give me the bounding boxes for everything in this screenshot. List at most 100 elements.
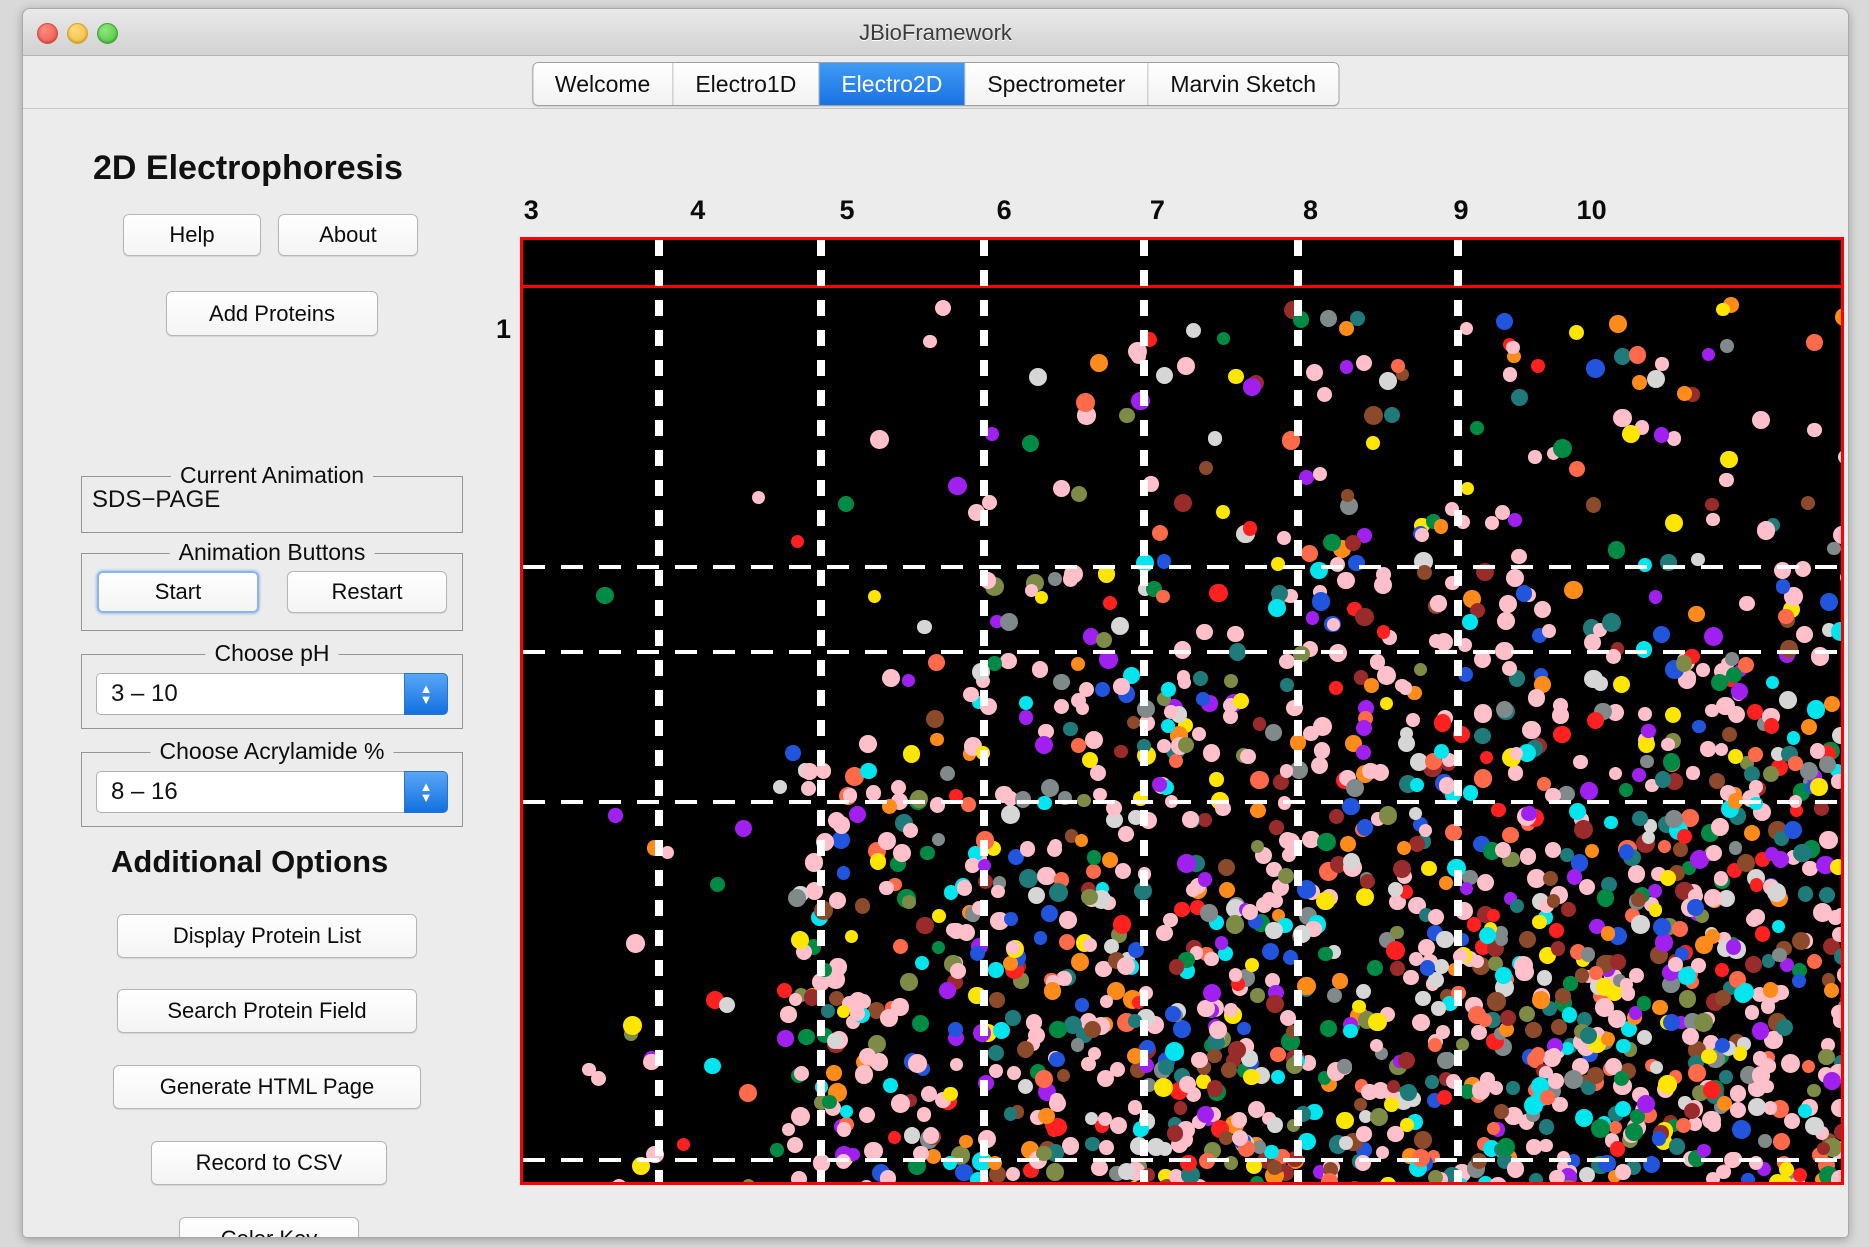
- protein-spot[interactable]: [934, 1182, 949, 1185]
- protein-spot[interactable]: [864, 1141, 883, 1161]
- protein-spot[interactable]: [1664, 707, 1681, 724]
- protein-spot[interactable]: [1728, 841, 1743, 855]
- protein-spot[interactable]: [1616, 1038, 1631, 1054]
- protein-spot[interactable]: [1699, 1182, 1716, 1185]
- protein-spot[interactable]: [1610, 954, 1627, 971]
- protein-spot[interactable]: [1112, 914, 1132, 934]
- protein-spot[interactable]: [1495, 966, 1512, 984]
- protein-spot[interactable]: [777, 982, 792, 998]
- protein-spot[interactable]: [1207, 1048, 1222, 1064]
- protein-spot[interactable]: [1810, 778, 1828, 796]
- protein-spot[interactable]: [1232, 1129, 1249, 1146]
- protein-spot[interactable]: [1744, 1004, 1760, 1020]
- protein-spot[interactable]: [1084, 730, 1103, 749]
- protein-spot[interactable]: [1081, 1056, 1096, 1072]
- protein-spot[interactable]: [1003, 1107, 1017, 1121]
- protein-spot[interactable]: [1603, 815, 1618, 830]
- protein-spot[interactable]: [1427, 908, 1445, 926]
- protein-spot[interactable]: [1332, 973, 1348, 989]
- protein-spot[interactable]: [1837, 966, 1841, 984]
- protein-spot[interactable]: [1252, 717, 1267, 732]
- ph-value[interactable]: 3 – 10: [96, 673, 404, 715]
- protein-spot[interactable]: [1705, 928, 1721, 944]
- protein-spot[interactable]: [1788, 756, 1803, 771]
- protein-spot[interactable]: [1793, 1182, 1810, 1185]
- protein-spot[interactable]: [1675, 655, 1693, 672]
- protein-spot[interactable]: [1471, 1081, 1491, 1100]
- protein-spot[interactable]: [939, 981, 956, 999]
- protein-spot[interactable]: [1569, 324, 1585, 340]
- protein-spot[interactable]: [1022, 434, 1039, 452]
- protein-spot[interactable]: [988, 1064, 1003, 1079]
- protein-spot[interactable]: [1511, 548, 1527, 565]
- protein-spot[interactable]: [825, 1065, 842, 1081]
- protein-spot[interactable]: [879, 1182, 896, 1185]
- protein-spot[interactable]: [1748, 779, 1764, 795]
- protein-spot[interactable]: [1074, 833, 1088, 848]
- protein-spot[interactable]: [1059, 910, 1077, 929]
- protein-spot[interactable]: [1386, 941, 1405, 961]
- protein-spot[interactable]: [868, 589, 882, 604]
- protein-spot[interactable]: [848, 805, 866, 823]
- protein-spot[interactable]: [1522, 720, 1542, 740]
- protein-spot[interactable]: [1198, 460, 1214, 475]
- protein-spot[interactable]: [770, 1143, 784, 1157]
- protein-spot[interactable]: [1340, 835, 1357, 852]
- protein-spot[interactable]: [742, 1179, 756, 1182]
- protein-spot[interactable]: [622, 1016, 642, 1036]
- protein-spot[interactable]: [1569, 461, 1585, 477]
- protein-spot[interactable]: [892, 938, 909, 955]
- protein-spot[interactable]: [1292, 1182, 1310, 1185]
- protein-spot[interactable]: [1486, 1121, 1500, 1136]
- protein-spot[interactable]: [942, 1086, 958, 1102]
- protein-spot[interactable]: [788, 992, 803, 1007]
- protein-spot[interactable]: [1507, 513, 1522, 528]
- protein-spot[interactable]: [1573, 755, 1588, 770]
- protein-spot[interactable]: [1113, 678, 1130, 695]
- protein-spot[interactable]: [1840, 1022, 1841, 1037]
- protein-spot[interactable]: [1471, 1024, 1487, 1041]
- protein-spot[interactable]: [801, 763, 818, 780]
- protein-spot[interactable]: [782, 1122, 796, 1136]
- protein-spot[interactable]: [1641, 724, 1656, 739]
- protein-spot[interactable]: [1720, 450, 1738, 469]
- protein-spot[interactable]: [1704, 626, 1724, 646]
- protein-spot[interactable]: [839, 1182, 854, 1185]
- protein-spot[interactable]: [1390, 960, 1406, 976]
- protein-spot[interactable]: [1153, 1182, 1172, 1185]
- protein-spot[interactable]: [1654, 933, 1673, 952]
- protein-spot[interactable]: [1460, 882, 1474, 896]
- protein-spot[interactable]: [1713, 1182, 1732, 1185]
- protein-spot[interactable]: [1518, 930, 1536, 948]
- protein-spot[interactable]: [1355, 984, 1371, 1000]
- protein-spot[interactable]: [1177, 854, 1196, 873]
- protein-spot[interactable]: [1003, 911, 1018, 926]
- protein-spot[interactable]: [1727, 706, 1745, 724]
- protein-spot[interactable]: [1433, 519, 1449, 534]
- protein-spot[interactable]: [1717, 1182, 1734, 1185]
- protein-spot[interactable]: [1538, 1119, 1555, 1136]
- protein-spot[interactable]: [1355, 607, 1375, 627]
- protein-spot[interactable]: [1191, 1051, 1208, 1069]
- protein-spot[interactable]: [1437, 1052, 1455, 1070]
- protein-spot[interactable]: [1441, 1182, 1457, 1185]
- protein-spot[interactable]: [883, 1078, 899, 1093]
- protein-spot[interactable]: [1216, 332, 1230, 346]
- protein-spot[interactable]: [1192, 726, 1207, 741]
- protein-spot[interactable]: [1688, 605, 1706, 623]
- protein-spot[interactable]: [1326, 987, 1342, 1004]
- search-protein-field-button[interactable]: Search Protein Field: [117, 989, 417, 1033]
- protein-spot[interactable]: [1161, 682, 1177, 697]
- protein-spot[interactable]: [1378, 372, 1397, 391]
- protein-spot[interactable]: [1507, 765, 1524, 781]
- protein-spot[interactable]: [1462, 614, 1478, 630]
- protein-spot[interactable]: [1684, 1182, 1702, 1185]
- protein-spot[interactable]: [1652, 999, 1669, 1016]
- protein-spot[interactable]: [1421, 1182, 1435, 1185]
- protein-spot[interactable]: [1527, 689, 1546, 707]
- protein-spot[interactable]: [917, 620, 932, 635]
- protein-spot[interactable]: [1125, 1182, 1143, 1185]
- protein-spot[interactable]: [1049, 1051, 1066, 1068]
- protein-spot[interactable]: [1687, 1063, 1707, 1083]
- protein-spot[interactable]: [1408, 835, 1426, 853]
